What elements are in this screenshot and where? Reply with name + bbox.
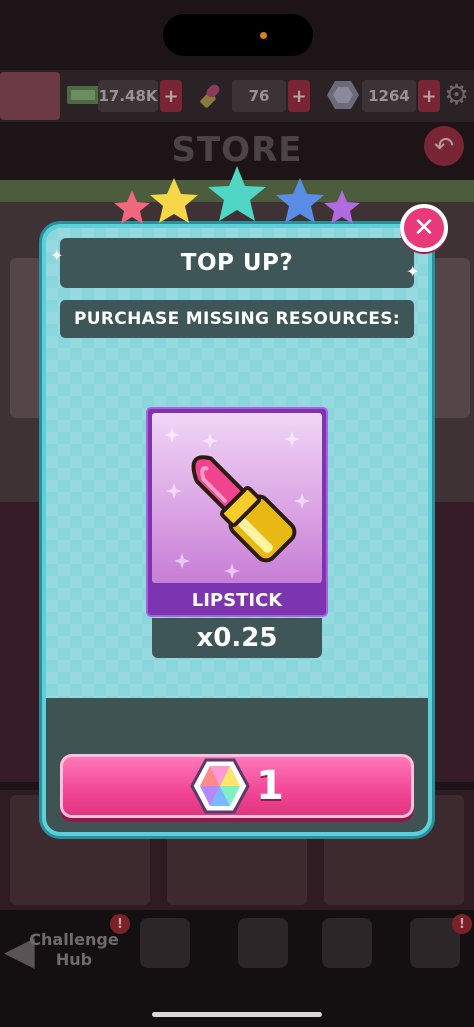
gem-value: 1264 <box>362 80 416 112</box>
dialog-subtitle-bar: PURCHASE MISSING RESOURCES: <box>60 300 414 338</box>
star-icon <box>324 190 360 224</box>
buy-cost: 1 <box>256 763 284 809</box>
stars-decoration <box>114 166 360 224</box>
dialog-subtitle: PURCHASE MISSING RESOURCES: <box>74 309 400 329</box>
star-icon <box>150 178 198 223</box>
dialog-title-bar: TOP UP? <box>60 238 414 288</box>
gem-icon <box>190 758 250 814</box>
cash-icon <box>64 76 102 114</box>
shopping-bag-icon[interactable] <box>322 918 372 968</box>
alert-badge: ! <box>110 914 130 934</box>
camera-notch <box>163 14 313 56</box>
lipstick-icon <box>192 76 230 114</box>
dialog-title: TOP UP? <box>180 250 294 276</box>
gem-icon <box>324 76 362 114</box>
sparkle-icon: ✦ <box>406 262 420 281</box>
alert-badge: ! <box>452 914 472 934</box>
item-quantity: x0.25 <box>152 618 322 658</box>
lipstick-value: 76 <box>232 80 286 112</box>
close-icon: ✕ <box>413 213 435 243</box>
star-icon <box>208 166 266 221</box>
item-card: LIPSTICK <box>146 407 328 617</box>
close-button[interactable]: ✕ <box>400 204 448 252</box>
gear-icon[interactable]: ⚙ <box>444 78 469 111</box>
item-name: LIPSTICK <box>191 589 283 611</box>
background-card <box>430 258 470 418</box>
add-gems-button[interactable]: + <box>418 80 440 112</box>
buy-button[interactable]: 1 <box>60 754 414 818</box>
star-icon <box>114 190 150 224</box>
challenge-hub-button[interactable]: Challenge Hub <box>24 930 124 970</box>
star-icon <box>276 178 324 223</box>
item-art <box>152 413 322 583</box>
privacy-indicator <box>260 32 267 39</box>
sparkle-icon: ✦ <box>50 246 64 265</box>
add-lipstick-button[interactable]: + <box>288 80 310 112</box>
add-cash-button[interactable]: + <box>160 80 182 112</box>
home-indicator[interactable] <box>152 1012 322 1017</box>
avatar[interactable] <box>0 72 60 120</box>
back-button[interactable]: ↶ <box>424 126 464 166</box>
lipstick-icon <box>164 427 310 579</box>
sewing-machine-icon[interactable] <box>140 918 190 968</box>
mannequin-icon[interactable] <box>238 918 288 968</box>
cash-value: 17.48K <box>98 80 158 112</box>
